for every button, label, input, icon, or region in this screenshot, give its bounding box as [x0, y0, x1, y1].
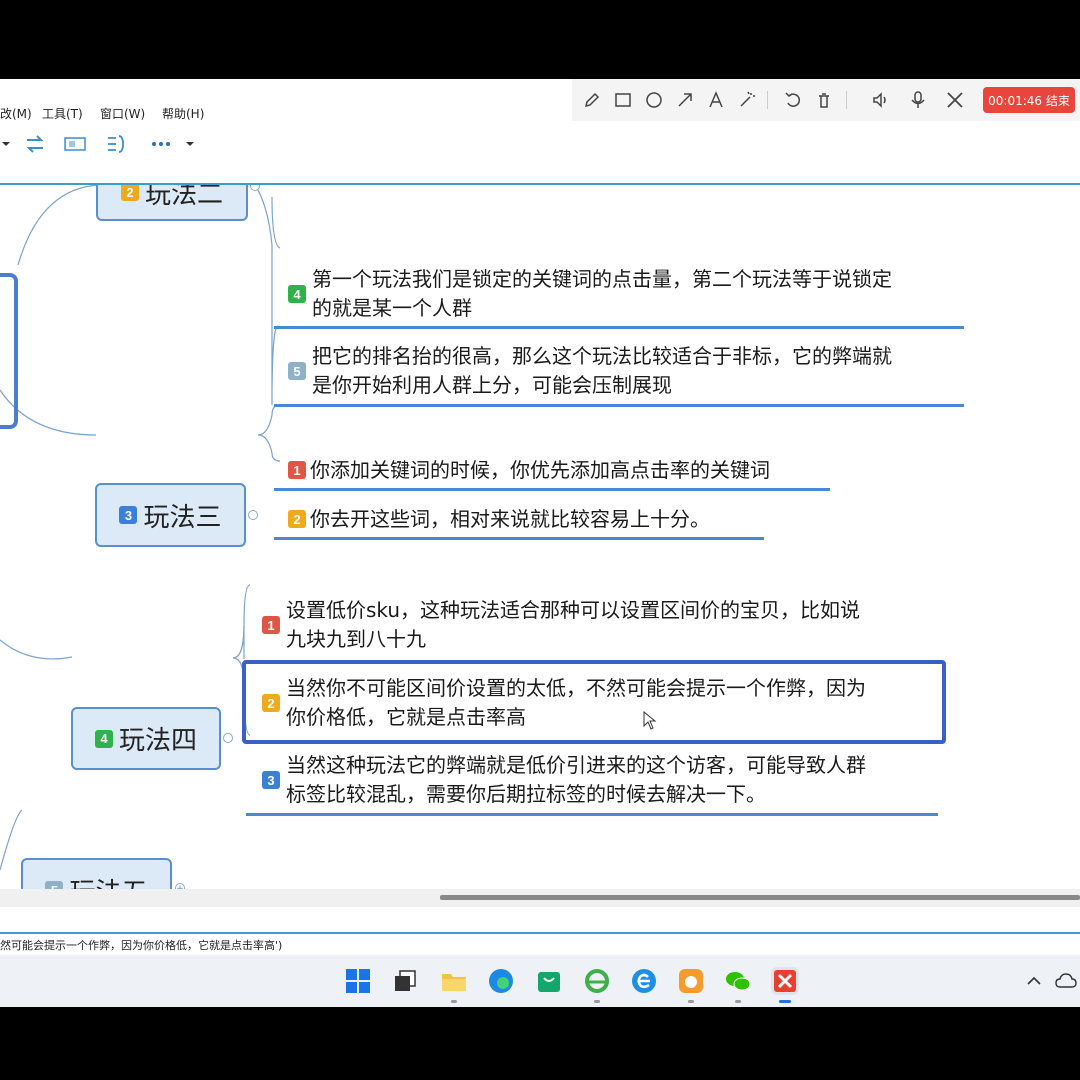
chevron-up-icon[interactable] [1020, 967, 1048, 995]
mindmap-canvas[interactable]: 2 玩法二 4 第一个玩法我们是锁定的关键词的点击量，第二个玩法等于说锁定 的就… [0, 185, 1080, 889]
more-dropdown-icon[interactable] [184, 133, 196, 155]
priority-badge: 1 [262, 616, 280, 634]
text-tool-icon[interactable] [705, 89, 727, 111]
horizontal-scrollbar[interactable] [0, 889, 1080, 907]
xmind-app-icon[interactable] [771, 967, 799, 995]
circle-icon[interactable] [643, 89, 665, 111]
screen: 00:01:46 结束 改(M) 工具(T) 窗口(W) 帮助(H) 2 玩法二… [0, 79, 1080, 1007]
close-icon[interactable] [944, 89, 966, 111]
menu-item-modify[interactable]: 改(M) [0, 105, 32, 122]
priority-badge: 3 [262, 771, 280, 789]
pen-icon[interactable] [581, 89, 603, 111]
topic-play-3[interactable]: 3 玩法三 [95, 483, 246, 547]
priority-badge: 2 [120, 185, 139, 201]
priority-badge: 2 [262, 694, 280, 712]
end-recording-button[interactable]: 00:01:46 结束 [983, 87, 1075, 113]
topic-play-5[interactable]: 5 玩法五 [21, 858, 172, 889]
magic-wand-icon[interactable] [736, 89, 758, 111]
subtopic-underline [274, 404, 964, 407]
priority-badge: 2 [288, 510, 306, 528]
subtopic-line: 把它的排名抬的很高，那么这个玩法比较适合于非标，它的弊端就 [312, 344, 892, 368]
ie-browser-icon[interactable] [583, 967, 611, 995]
priority-badge: 4 [288, 285, 306, 303]
subtopic-underline [274, 537, 764, 540]
priority-badge: 1 [288, 461, 306, 479]
menu-item-help[interactable]: 帮助(H) [162, 105, 204, 122]
microphone-icon[interactable] [907, 89, 929, 111]
subtopic-line: 设置低价sku，这种玩法适合那种可以设置区间价的宝贝，比如说 [286, 598, 861, 622]
store-app-icon[interactable] [535, 967, 563, 995]
undo-icon[interactable] [782, 89, 804, 111]
menu-item-window[interactable]: 窗口(W) [100, 105, 145, 122]
priority-badge: 5 [45, 881, 64, 889]
subtopic-line: 的就是某一个人群 [312, 296, 472, 320]
scrollbar-thumb[interactable] [440, 895, 1080, 900]
subtopic-line: 是你开始利用人群上分，可能会压制展现 [312, 373, 672, 397]
relationship-icon[interactable] [22, 133, 48, 155]
priority-badge: 5 [288, 362, 306, 380]
recording-toolbar: 00:01:46 结束 [572, 79, 1080, 121]
root-topic-edge[interactable] [0, 273, 18, 429]
subtopic-line: 你去开这些词，相对来说就比较容易上十分。 [310, 507, 710, 531]
priority-badge: 4 [94, 729, 113, 748]
more-icon[interactable] [150, 133, 172, 155]
subtopic-line: 你价格低，它就是点击率高 [286, 705, 526, 729]
subtopic-line: 当然这种玩法它的弊端就是低价引进来的这个访客，可能导致人群 [286, 753, 866, 777]
collapse-toggle-icon[interactable] [223, 733, 233, 743]
subtopic-line: 第一个玩法我们是锁定的关键词的点击量，第二个玩法等于说锁定 [312, 267, 892, 291]
subtopic-underline [274, 488, 830, 491]
menu-item-tools[interactable]: 工具(T) [42, 105, 83, 122]
cloud-icon[interactable] [1052, 967, 1080, 995]
mouse-cursor-icon [643, 711, 657, 730]
topic-label: 玩法五 [69, 872, 147, 890]
toolbar [0, 129, 560, 159]
file-explorer-icon[interactable] [440, 967, 468, 995]
status-bar: 然可能会提示一个作弊，因为你价格低，它就是点击率高') [0, 932, 1080, 956]
topic-play-2[interactable]: 2 玩法二 [96, 185, 248, 221]
arrow-icon[interactable] [674, 89, 696, 111]
summary-icon[interactable] [104, 133, 130, 155]
subtopic-underline [274, 326, 964, 329]
topic-label: 玩法二 [144, 185, 223, 210]
taskbar [0, 955, 1080, 1007]
subtopic-line: 九块九到八十九 [286, 627, 426, 651]
topic-label: 玩法三 [143, 502, 222, 533]
subtopic-underline [246, 813, 938, 816]
subtopic-line: 你添加关键词的时候，你优先添加高点击率的关键词 [310, 458, 770, 482]
task-view-icon[interactable] [391, 967, 419, 995]
trash-icon[interactable] [813, 89, 835, 111]
topic-play-4[interactable]: 4 玩法四 [71, 707, 221, 770]
edge-browser-icon[interactable] [487, 967, 515, 995]
priority-badge: 3 [119, 506, 138, 524]
topic-label: 玩法四 [118, 726, 197, 756]
subtopic-line: 标签比较混乱，需要你后期拉标签的时候去解决一下。 [286, 782, 766, 806]
wechat-icon[interactable] [724, 967, 752, 995]
browser-e-icon[interactable] [630, 967, 658, 995]
collapse-toggle-icon[interactable] [248, 510, 258, 520]
boundary-icon[interactable] [62, 133, 88, 155]
rectangle-icon[interactable] [612, 89, 634, 111]
uc-browser-icon[interactable] [677, 967, 705, 995]
speaker-icon[interactable] [870, 89, 892, 111]
status-text: 然可能会提示一个作弊，因为你价格低，它就是点击率高') [0, 939, 283, 952]
subtopic-line: 当然你不可能区间价设置的太低，不然可能会提示一个作弊，因为 [286, 676, 866, 700]
start-icon[interactable] [344, 967, 372, 995]
dropdown-arrow-icon[interactable] [0, 133, 12, 155]
